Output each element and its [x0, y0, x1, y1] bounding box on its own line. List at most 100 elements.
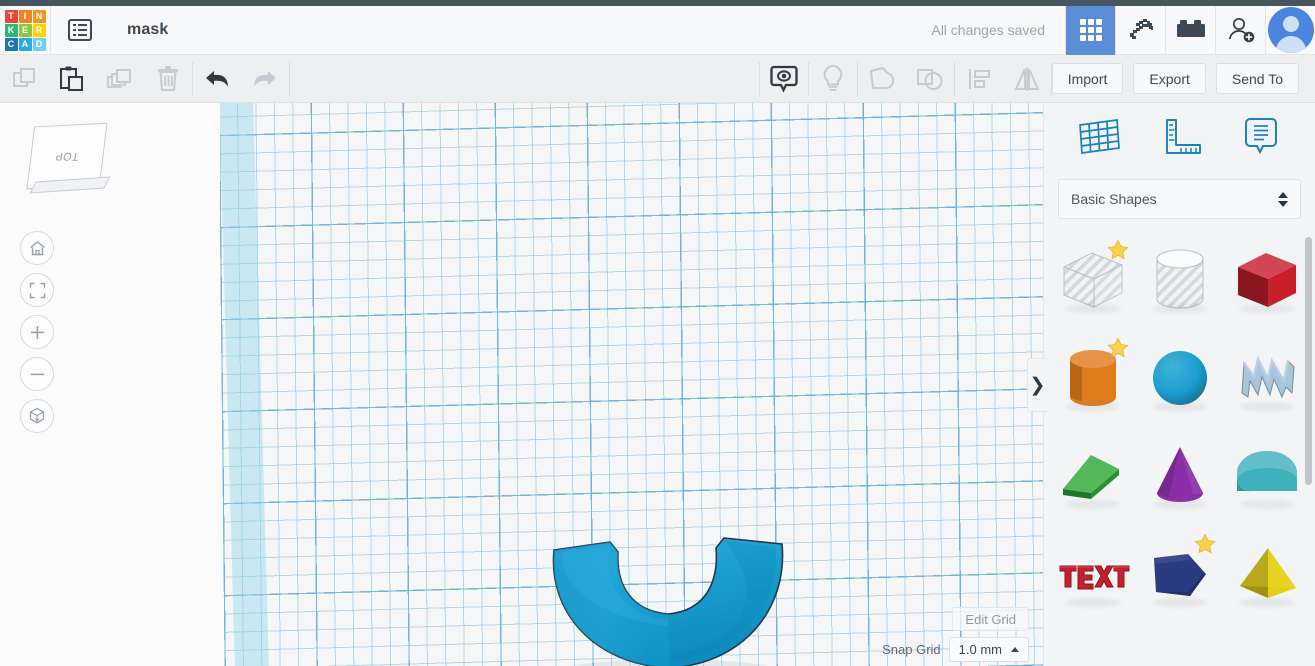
- shape-box-hole[interactable]: [1051, 233, 1135, 327]
- collapse-panel-button[interactable]: ❯: [1027, 358, 1047, 412]
- grid-controls: Edit Grid Snap Grid 1.0 mm: [882, 607, 1029, 662]
- shape-shadow: [1152, 402, 1207, 411]
- duplicate-icon: [107, 68, 131, 88]
- shape-shadow: [1152, 598, 1207, 607]
- save-status-text: All changes saved: [931, 22, 1045, 38]
- shape-polygon[interactable]: [1138, 527, 1222, 621]
- shape-pyramid-glyph: [1232, 542, 1302, 606]
- copy-button[interactable]: [0, 55, 48, 103]
- shape-half-cylinder-glyph: [1231, 447, 1303, 505]
- lego-brick-button[interactable]: [1165, 5, 1215, 55]
- shape-library-grid: [1044, 231, 1315, 666]
- app-header: TINKERCAD mask All changes saved: [0, 5, 1315, 55]
- minecraft-button[interactable]: [1115, 5, 1165, 55]
- panel-scrollbar[interactable]: [1305, 237, 1312, 485]
- tab-ruler[interactable]: [1149, 110, 1211, 164]
- snap-grid-select[interactable]: 1.0 mm: [948, 637, 1029, 662]
- logo-tile-i: I: [18, 9, 32, 23]
- delete-button[interactable]: [144, 55, 192, 103]
- paste-button[interactable]: [48, 55, 96, 103]
- workplane-grid-icon: [1078, 119, 1120, 154]
- view-cube[interactable]: TOP: [22, 121, 118, 201]
- align-icon: [968, 68, 990, 89]
- export-button[interactable]: Export: [1133, 63, 1206, 94]
- shape-extra-left[interactable]: [1051, 625, 1135, 666]
- shape-roof[interactable]: [1051, 429, 1135, 523]
- shape-cylinder[interactable]: [1051, 331, 1135, 425]
- mirror-button[interactable]: [1003, 55, 1051, 103]
- ungroup-button[interactable]: [906, 55, 954, 103]
- redo-button[interactable]: [241, 55, 289, 103]
- import-button[interactable]: Import: [1051, 63, 1124, 94]
- apps-grid-button[interactable]: [1065, 5, 1115, 55]
- minus-icon: [30, 373, 44, 375]
- star-badge-icon: [1107, 239, 1129, 260]
- home-view-button[interactable]: [20, 231, 54, 265]
- group-button[interactable]: [858, 55, 906, 103]
- shape-cylinder-hole[interactable]: [1138, 233, 1222, 327]
- zoom-in-button[interactable]: [20, 315, 54, 349]
- user-account-button[interactable]: [1265, 5, 1315, 55]
- align-button[interactable]: [955, 55, 1003, 103]
- shape-category-select[interactable]: Basic Shapes: [1058, 179, 1301, 219]
- shape-cone[interactable]: [1138, 429, 1222, 523]
- tab-workplane[interactable]: [1068, 110, 1130, 164]
- tinkercad-logo[interactable]: TINKERCAD: [0, 6, 50, 55]
- shape-shadow: [1239, 304, 1294, 313]
- shape-sphere[interactable]: [1138, 331, 1222, 425]
- undo-arrow-icon: [206, 70, 228, 87]
- project-menu-button[interactable]: [51, 6, 109, 55]
- show-hide-button[interactable]: [760, 55, 808, 103]
- zoom-out-button[interactable]: [20, 357, 54, 391]
- star-badge-icon: [1107, 337, 1129, 358]
- snap-grid-row: Snap Grid 1.0 mm: [882, 637, 1029, 662]
- logo-tile-e: E: [18, 23, 32, 37]
- perspective-toggle-button[interactable]: [20, 399, 54, 433]
- undo-button[interactable]: [193, 55, 241, 103]
- ruler-icon: [1165, 119, 1201, 154]
- shape-extra-mid[interactable]: [1138, 625, 1222, 666]
- shape-extra-right[interactable]: [1225, 625, 1309, 666]
- shape-pyramid[interactable]: [1225, 527, 1309, 621]
- shape-extra-mid-glyph: [1144, 658, 1216, 666]
- shape-sphere-glyph: [1149, 347, 1211, 409]
- shape-scribble[interactable]: [1225, 331, 1309, 425]
- 3d-viewport[interactable]: TOP Edit Grid Snap Grid 1.0 mm: [0, 103, 1043, 666]
- shape-text-glyph: [1056, 552, 1130, 596]
- edit-toolbar: Import Export Send To: [0, 55, 1315, 103]
- send-to-button[interactable]: Send To: [1215, 63, 1299, 94]
- fit-to-view-button[interactable]: [20, 273, 54, 307]
- lightbulb-icon: [823, 64, 843, 91]
- stepper-icon: [1278, 191, 1288, 207]
- shape-roof-glyph: [1057, 445, 1129, 507]
- page-title[interactable]: mask: [127, 21, 168, 39]
- logo-tile-k: K: [4, 23, 18, 37]
- shape-text[interactable]: [1051, 527, 1135, 621]
- edit-grid-button[interactable]: Edit Grid: [952, 607, 1029, 631]
- duplicate-button[interactable]: [96, 55, 144, 103]
- snap-grid-label: Snap Grid: [882, 642, 941, 657]
- add-user-icon: [1228, 17, 1254, 43]
- shape-shadow: [1066, 598, 1121, 607]
- logo-tile-n: N: [32, 9, 46, 23]
- shape-category-value: Basic Shapes: [1071, 191, 1157, 207]
- light-button[interactable]: [809, 55, 857, 103]
- tinkercad-app: TINKERCAD mask All changes saved Import …: [0, 0, 1315, 666]
- apps-grid-icon: [1079, 19, 1102, 41]
- copy-icon: [13, 67, 35, 87]
- shape-shadow: [1152, 500, 1207, 509]
- shape-shadow: [1066, 500, 1121, 509]
- shape-box[interactable]: [1225, 233, 1309, 327]
- group-shapes-icon: [869, 66, 894, 89]
- shape-shadow: [1239, 598, 1294, 607]
- tab-notes[interactable]: [1230, 110, 1292, 164]
- plus-icon: [30, 325, 44, 339]
- shape-half-cylinder[interactable]: [1225, 429, 1309, 523]
- shape-scribble-glyph: [1234, 347, 1300, 409]
- logo-tile-r: R: [32, 23, 46, 37]
- shape-shadow: [1066, 304, 1121, 313]
- model-half-torus-arc[interactable]: [520, 508, 820, 666]
- minecraft-pickaxe-icon: [1129, 19, 1153, 39]
- mirror-flip-icon: [1014, 66, 1040, 91]
- invite-people-button[interactable]: [1215, 5, 1265, 55]
